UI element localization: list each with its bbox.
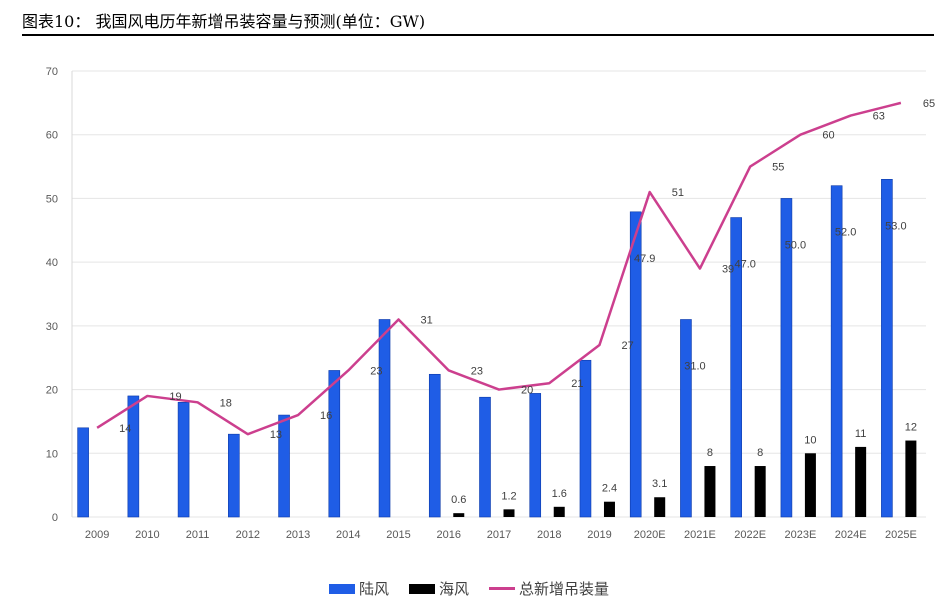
- x-tick-label: 2011: [186, 529, 210, 541]
- x-tick-label: 2018: [537, 529, 561, 541]
- onshore-bar: [428, 373, 441, 518]
- onshore-data-label: 47.9: [634, 253, 655, 265]
- offshore-data-label: 0.6: [451, 494, 466, 506]
- x-tick-label: 2021E: [684, 529, 716, 541]
- total-data-label: 65: [923, 98, 935, 110]
- onshore-bar: [529, 393, 542, 518]
- offshore-data-label: 2.4: [602, 483, 617, 495]
- y-tick-label: 70: [46, 66, 58, 78]
- offshore-bar: [553, 506, 565, 517]
- x-tick-label: 2012: [236, 529, 260, 541]
- onshore-bar: [479, 396, 491, 518]
- x-tick-label: 2016: [437, 529, 461, 541]
- chart-canvas: 010203040506070 2009 2010 2011 2012 2013 2014…: [46, 66, 935, 541]
- legend-total-swatch: [489, 587, 515, 590]
- y-tick-label: 0: [52, 512, 58, 524]
- total-data-label: 16: [320, 410, 332, 422]
- offshore-bar: [503, 509, 515, 517]
- y-tick-label: 20: [46, 385, 58, 397]
- total-data-label: 55: [772, 162, 784, 174]
- offshore-bar: [855, 446, 867, 517]
- x-tick-label: 2023E: [785, 529, 817, 541]
- total-line: [96, 101, 902, 436]
- offshore-data-label: 1.6: [552, 488, 567, 500]
- offshore-data-label: 8: [707, 447, 713, 459]
- onshore-data-label: 31.0: [684, 360, 705, 372]
- x-tick-label: 2020E: [634, 529, 666, 541]
- onshore-bar: [680, 319, 692, 518]
- total-data-label: 19: [169, 391, 181, 403]
- onshore-bar: [228, 433, 240, 518]
- y-tick-label: 40: [46, 257, 58, 269]
- onshore-data-label: 50.0: [785, 239, 806, 251]
- total-data-label: 14: [119, 423, 131, 435]
- total-data-label: 63: [873, 111, 885, 123]
- data-labels: 47.9 31.0 47.0 50.0 52.0 53.0 0.6 1.2 1.6 2.4 3.1 8…: [119, 98, 935, 506]
- offshore-data-label: 8: [757, 447, 763, 459]
- legend-offshore-swatch: [408, 583, 435, 594]
- onshore-data-label: 47.0: [734, 259, 755, 271]
- onshore-data-label: 53.0: [885, 220, 906, 232]
- grid-lines: [72, 70, 926, 518]
- total-data-label: 23: [471, 365, 483, 377]
- x-tick-label: 2019: [587, 529, 611, 541]
- x-tick-label: 2024E: [835, 529, 867, 541]
- legend-onshore-label: 陆风: [358, 580, 389, 598]
- legend-offshore-label: 海风: [438, 580, 469, 598]
- offshore-bar: [905, 440, 917, 517]
- offshore-data-label: 10: [804, 434, 816, 446]
- onshore-data-label: 52.0: [835, 227, 856, 239]
- x-tick-label: 2015: [386, 529, 410, 541]
- x-tick-label: 2017: [487, 529, 511, 541]
- legend-offshore[interactable]: 海风: [408, 578, 469, 599]
- total-data-label: 21: [571, 378, 583, 390]
- x-tick-label: 2009: [85, 529, 109, 541]
- onshore-bar: [177, 402, 190, 518]
- total-data-label: 20: [521, 385, 533, 397]
- x-tick-label: 2010: [135, 529, 159, 541]
- x-tick-label: 2025E: [885, 529, 917, 541]
- total-data-label: 27: [621, 340, 633, 352]
- offshore-data-label: 11: [855, 428, 866, 440]
- total-data-label: 13: [270, 429, 282, 441]
- offshore-bar: [804, 453, 816, 517]
- y-axis: 0 10 20 30 40 50 60 70: [46, 66, 73, 524]
- onshore-bar: [127, 395, 140, 518]
- x-tick-label: 2013: [286, 529, 310, 541]
- offshore-bar: [704, 466, 716, 517]
- offshore-bar: [654, 497, 666, 517]
- onshore-bar: [328, 370, 341, 518]
- legend-onshore[interactable]: 陆风: [328, 578, 389, 599]
- offshore-bar: [453, 513, 465, 517]
- offshore-data-label: 1.2: [501, 490, 516, 502]
- offshore-bar: [603, 501, 615, 517]
- total-line-path: [96, 101, 902, 436]
- legend-onshore-swatch: [328, 583, 355, 594]
- offshore-data-label: 3.1: [652, 478, 667, 490]
- total-data-label: 23: [370, 365, 382, 377]
- onshore-bar: [378, 319, 391, 518]
- legend-total-label: 总新增吊装量: [519, 580, 610, 598]
- total-data-label: 60: [822, 130, 834, 142]
- onshore-bar: [77, 427, 89, 518]
- onshore-bars: [77, 179, 893, 518]
- legend-total[interactable]: 总新增吊装量: [489, 578, 609, 599]
- x-tick-label: 2022E: [734, 529, 766, 541]
- offshore-data-label: 12: [905, 422, 917, 434]
- y-tick-label: 10: [46, 448, 58, 460]
- offshore-bar: [754, 466, 766, 517]
- x-tick-label: 2014: [336, 529, 360, 541]
- total-data-label: 51: [672, 187, 684, 199]
- y-tick-label: 60: [46, 130, 58, 142]
- total-data-label: 39: [722, 264, 734, 276]
- x-axis: 2009 2010 2011 2012 2013 2014 2015 2016 2017 2018…: [85, 529, 917, 541]
- y-tick-label: 50: [46, 193, 58, 205]
- total-data-label: 18: [220, 397, 232, 409]
- y-tick-label: 30: [46, 321, 58, 333]
- legend: 陆风 海风 总新增吊装量: [0, 578, 938, 599]
- total-data-label: 31: [421, 314, 433, 326]
